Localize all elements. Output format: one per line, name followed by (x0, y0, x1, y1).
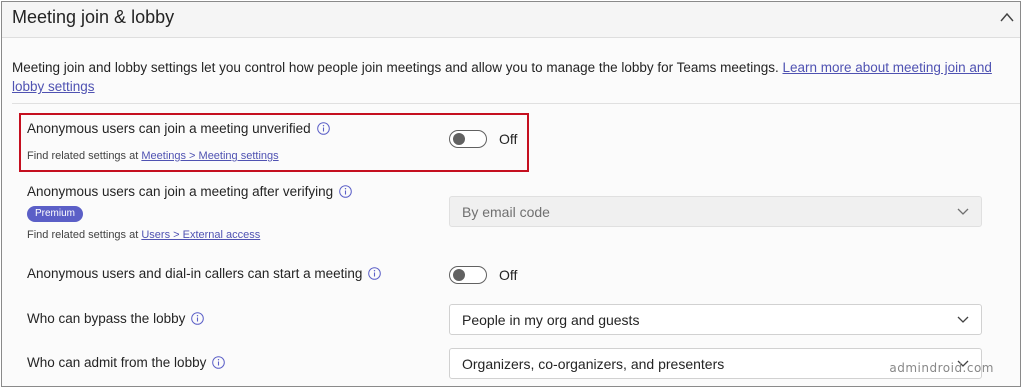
chevron-up-icon[interactable] (1000, 12, 1014, 22)
settings-panel: Meeting join & lobby Meeting join and lo… (1, 1, 1021, 387)
section-title: Meeting join & lobby (12, 7, 175, 27)
bypass-lobby-label-text: Who can bypass the lobby (27, 311, 186, 326)
external-access-link[interactable]: Users > External access (141, 229, 260, 241)
dropdown-value: Organizers, co-organizers, and presenter… (462, 356, 725, 372)
admit-lobby-label: Who can admit from the lobby (27, 355, 226, 370)
anon-dialin-toggle-state: Off (499, 267, 518, 283)
info-icon[interactable] (212, 356, 226, 369)
admit-lobby-label-text: Who can admit from the lobby (27, 355, 207, 370)
info-icon[interactable] (191, 312, 205, 325)
anon-unverified-toggle-state: Off (499, 131, 518, 147)
premium-badge: Premium (27, 206, 84, 222)
related-prefix: Find related settings at (27, 150, 139, 162)
toggle-knob (453, 269, 465, 281)
chevron-down-icon (957, 316, 969, 323)
info-icon[interactable] (316, 122, 330, 135)
anon-verifying-related: Find related settings at Users > Externa… (27, 229, 260, 241)
divider (12, 103, 1020, 104)
anon-unverified-related: Find related settings at Meetings > Meet… (27, 150, 279, 162)
dropdown-value: People in my org and guests (462, 312, 640, 328)
meetings-settings-link[interactable]: Meetings > Meeting settings (141, 150, 278, 162)
anon-dialin-label: Anonymous users and dial-in callers can … (27, 266, 382, 281)
anon-verifying-label-text: Anonymous users can join a meeting after… (27, 184, 334, 199)
info-icon[interactable] (368, 267, 382, 280)
info-icon[interactable] (339, 185, 352, 198)
anon-unverified-label: Anonymous users can join a meeting unver… (27, 121, 330, 136)
section-header[interactable]: Meeting join & lobby (2, 2, 1020, 38)
verification-method-dropdown: By email code (449, 196, 982, 227)
related-prefix: Find related settings at (27, 229, 139, 241)
toggle-knob (453, 133, 465, 145)
bypass-lobby-dropdown[interactable]: People in my org and guests (449, 304, 982, 335)
description-text: Meeting join and lobby settings let you … (12, 60, 779, 75)
anon-verifying-label: Anonymous users can join a meeting after… (27, 184, 352, 199)
section-content: Meeting join and lobby settings let you … (2, 38, 1020, 386)
anon-unverified-toggle[interactable] (449, 130, 487, 148)
anon-dialin-label-text: Anonymous users and dial-in callers can … (27, 266, 363, 281)
dropdown-value: By email code (462, 204, 550, 220)
watermark: admindroid.com (889, 361, 994, 375)
chevron-down-icon (957, 208, 969, 215)
anon-dialin-toggle[interactable] (449, 266, 487, 284)
section-description: Meeting join and lobby settings let you … (12, 58, 1007, 96)
anon-unverified-label-text: Anonymous users can join a meeting unver… (27, 121, 311, 136)
bypass-lobby-label: Who can bypass the lobby (27, 311, 205, 326)
